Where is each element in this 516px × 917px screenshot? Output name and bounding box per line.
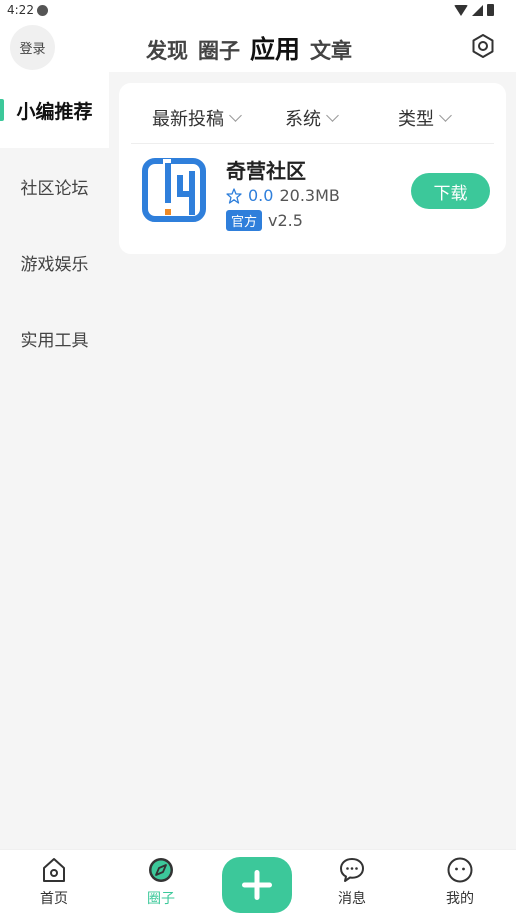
nav-home[interactable]: 首页 — [24, 856, 84, 908]
sidebar-item-editor-picks[interactable]: 小编推荐 — [0, 72, 109, 148]
nav-circle[interactable]: 圈子 — [131, 856, 191, 908]
download-button[interactable]: 下载 — [411, 173, 490, 209]
filter-label: 类型 — [398, 109, 434, 130]
filter-label: 系统 — [285, 109, 321, 130]
nav-messages[interactable]: 消息 — [322, 856, 382, 908]
app-meta: 0.0 20.3MB — [226, 186, 340, 205]
status-icons — [454, 4, 494, 16]
compass-icon — [149, 858, 173, 882]
filter-bar: 最新投稿 系统 类型 — [119, 83, 506, 144]
bottom-nav: 首页 圈子 消息 我的 — [0, 849, 516, 917]
battery-icon — [487, 4, 494, 16]
status-bar: 4:22 — [0, 0, 516, 22]
app-logo-icon — [142, 158, 206, 222]
signal-icon — [472, 4, 483, 16]
app-version: v2.5 — [268, 211, 303, 230]
main-content: 最新投稿 系统 类型 奇营社区 0.0 20.3MB 官方 v2.5 下载 — [109, 72, 516, 849]
filter-type[interactable]: 类型 — [398, 105, 452, 131]
sidebar-item-forum[interactable]: 社区论坛 — [0, 148, 109, 224]
sidebar-item-label: 实用工具 — [20, 330, 89, 351]
star-icon — [226, 187, 242, 204]
sidebar-item-label: 小编推荐 — [16, 100, 93, 123]
chevron-down-icon — [326, 109, 339, 122]
sidebar-item-label: 社区论坛 — [20, 178, 89, 199]
home-icon — [43, 858, 65, 882]
sidebar-item-tools[interactable]: 实用工具 — [0, 300, 109, 376]
app-size: 20.3MB — [279, 186, 340, 205]
tab-apps[interactable]: 应用 — [250, 30, 300, 66]
status-time: 4:22 — [7, 3, 34, 17]
notification-icon — [37, 5, 48, 16]
chevron-down-icon — [229, 109, 242, 122]
filter-latest[interactable]: 最新投稿 — [152, 105, 242, 131]
divider — [131, 143, 494, 144]
sidebar-item-games[interactable]: 游戏娱乐 — [0, 224, 109, 300]
tab-discover[interactable]: 发现 — [146, 35, 188, 65]
face-icon — [447, 857, 473, 883]
tab-articles[interactable]: 文章 — [310, 35, 352, 65]
settings-icon[interactable] — [470, 33, 496, 59]
list-item[interactable]: 奇营社区 0.0 20.3MB 官方 v2.5 下载 — [119, 145, 506, 245]
nav-profile[interactable]: 我的 — [430, 856, 490, 908]
category-sidebar: 小编推荐 社区论坛 游戏娱乐 实用工具 — [0, 72, 109, 849]
top-tabs: 发现 圈子 应用 文章 — [146, 30, 352, 66]
app-tags: 官方 v2.5 — [226, 210, 303, 231]
chevron-down-icon — [439, 109, 452, 122]
app-rating: 0.0 — [248, 186, 274, 205]
plus-icon — [242, 870, 272, 900]
top-header: 登录 发现 圈子 应用 文章 — [0, 22, 516, 72]
filter-label: 最新投稿 — [152, 109, 224, 130]
chat-icon — [340, 858, 364, 882]
app-list-card: 最新投稿 系统 类型 奇营社区 0.0 20.3MB 官方 v2.5 下载 — [119, 83, 506, 254]
nav-label: 首页 — [40, 891, 68, 907]
login-button[interactable]: 登录 — [10, 25, 55, 70]
nav-label: 我的 — [446, 891, 474, 907]
active-indicator — [0, 99, 4, 121]
tab-circle[interactable]: 圈子 — [198, 35, 240, 65]
sidebar-item-label: 游戏娱乐 — [20, 254, 89, 275]
add-post-button[interactable] — [222, 857, 292, 913]
app-name: 奇营社区 — [226, 159, 306, 183]
official-badge: 官方 — [226, 210, 263, 231]
wifi-icon — [454, 4, 468, 16]
nav-label: 消息 — [338, 891, 366, 907]
filter-system[interactable]: 系统 — [285, 105, 339, 131]
nav-label: 圈子 — [147, 891, 175, 907]
